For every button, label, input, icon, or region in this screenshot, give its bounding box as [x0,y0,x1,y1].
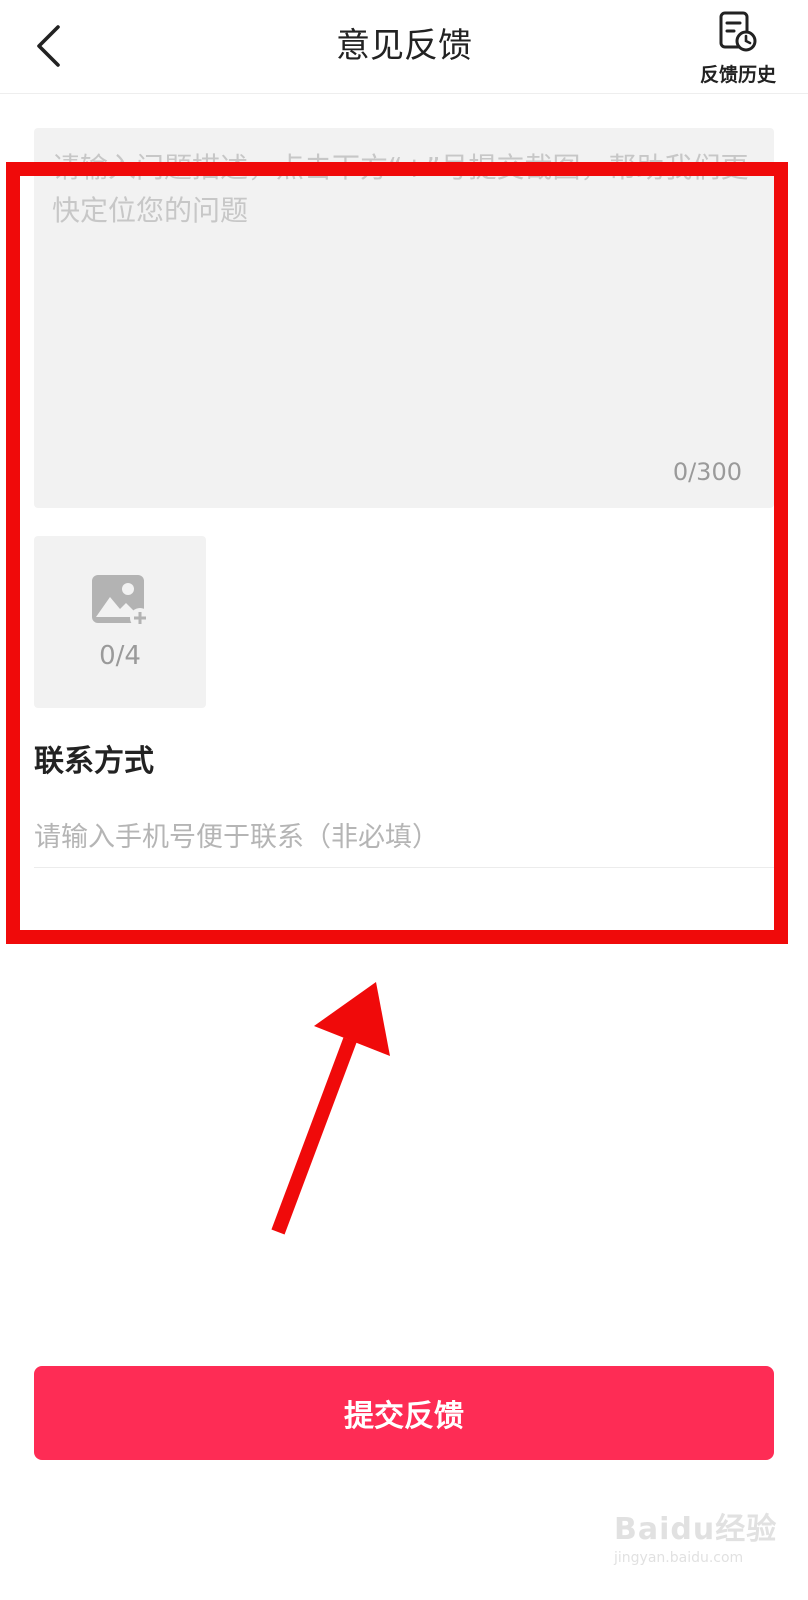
feedback-page: 意见反馈 反馈历史 0/300 0/4 联系方式 [0,0,808,1600]
watermark-brand: Baidu经验 [614,1512,778,1547]
baidu-watermark: Baidu经验 jingyan.baidu.com [614,1504,794,1584]
watermark-url: jingyan.baidu.com [614,1550,744,1566]
submit-feedback-button[interactable]: 提交反馈 [34,1366,774,1460]
annotation-arrow-icon [271,982,390,1235]
